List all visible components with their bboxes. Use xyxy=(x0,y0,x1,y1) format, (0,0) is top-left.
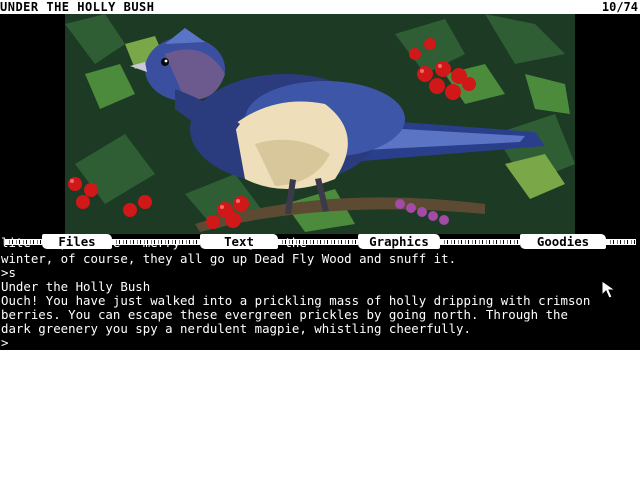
location-title: UNDER THE HOLLY BUSH xyxy=(0,0,155,14)
story-line: winter, of course, they all go up Dead F… xyxy=(1,251,457,266)
status-bar: UNDER THE HOLLY BUSH 10/74 xyxy=(0,0,640,14)
menu-goodies[interactable]: Goodies xyxy=(520,234,606,249)
mouse-pointer-icon xyxy=(601,280,617,299)
score-counter: 10/74 xyxy=(601,0,638,14)
magpie-scene-illustration xyxy=(65,14,575,234)
command-prompt[interactable]: > xyxy=(1,335,8,350)
menu-files[interactable]: Files xyxy=(42,234,112,249)
story-line: dark greenery you spy a nerdulent magpie… xyxy=(1,321,471,336)
story-text-area: lite port the merry tering the winter, o… xyxy=(0,234,640,350)
menu-text[interactable]: Text xyxy=(200,234,278,249)
menu-graphics[interactable]: Graphics xyxy=(358,234,440,249)
scene-picture xyxy=(0,14,640,234)
